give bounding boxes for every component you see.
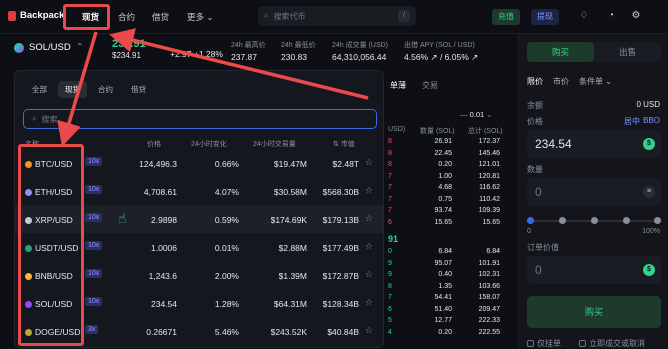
annotation-arrows xyxy=(57,28,369,147)
